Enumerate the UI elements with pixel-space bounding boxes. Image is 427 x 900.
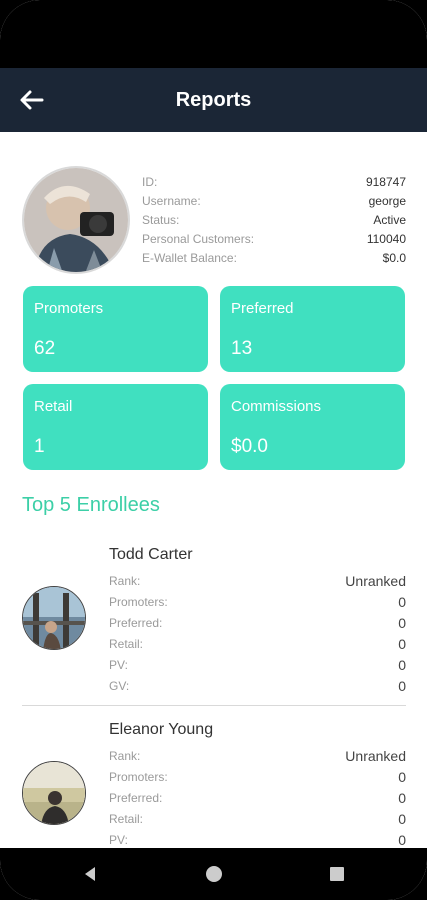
stat-label: Promoters: xyxy=(109,595,168,609)
stat-label: Preferred: xyxy=(109,616,163,630)
phone-screen: Reports ID: 918747 Username: george Stat… xyxy=(0,0,427,900)
profile-wallet-value: $0.0 xyxy=(382,251,406,265)
profile-status-label: Status: xyxy=(142,213,180,227)
enrollee-retail-row: Retail: 0 xyxy=(109,811,406,833)
profile-id-row: ID: 918747 xyxy=(142,175,406,194)
preferred-card-value: 13 xyxy=(231,338,253,359)
enrollee-pv-row: PV: 0 xyxy=(109,657,406,679)
stat-value: 0 xyxy=(398,636,406,652)
profile-summary: ID: 918747 Username: george Status: Acti… xyxy=(22,166,406,276)
profile-customers-label: Personal Customers: xyxy=(142,232,255,246)
enrollee-preferred-row: Preferred: 0 xyxy=(109,615,406,637)
profile-status-row: Status: Active xyxy=(142,213,406,232)
status-bar xyxy=(0,0,427,68)
stat-label: GV: xyxy=(109,679,130,693)
circle-home-icon[interactable] xyxy=(204,864,224,884)
list-item[interactable]: Todd Carter Rank: Unranked Promoters: 0 … xyxy=(22,546,406,696)
stat-label: PV: xyxy=(109,833,128,847)
triangle-back-icon[interactable] xyxy=(80,864,100,884)
preferred-card[interactable]: Preferred 13 xyxy=(220,286,405,372)
enrollee-promoters-row: Promoters: 0 xyxy=(109,594,406,616)
enrollee-gv-row: GV: 0 xyxy=(109,678,406,700)
profile-username-value: george xyxy=(368,194,406,208)
stat-value: 0 xyxy=(398,790,406,806)
promoters-card-label: Promoters xyxy=(34,300,104,317)
enrollee-retail-row: Retail: 0 xyxy=(109,636,406,658)
app-bar: Reports xyxy=(0,68,427,132)
profile-avatar xyxy=(22,166,130,274)
commissions-card[interactable]: Commissions $0.0 xyxy=(220,384,405,470)
enrollee-preferred-row: Preferred: 0 xyxy=(109,790,406,812)
preferred-card-label: Preferred xyxy=(231,300,294,317)
reports-content[interactable]: ID: 918747 Username: george Status: Acti… xyxy=(0,132,427,848)
profile-wallet-label: E-Wallet Balance: xyxy=(142,251,237,265)
promoters-card-value: 62 xyxy=(34,338,56,359)
profile-username-row: Username: george xyxy=(142,194,406,213)
stat-value: Unranked xyxy=(345,573,406,589)
list-item[interactable]: Eleanor Young Rank: Unranked Promoters: … xyxy=(22,721,406,848)
profile-id-label: ID: xyxy=(142,175,158,189)
profile-status-value: Active xyxy=(373,213,406,227)
stat-label: Promoters: xyxy=(109,770,168,784)
square-recents-icon[interactable] xyxy=(327,864,347,884)
stat-label: Rank: xyxy=(109,749,141,763)
enrollee-pv-row: PV: 0 xyxy=(109,832,406,848)
stat-value: 0 xyxy=(398,769,406,785)
enrollees-section-title: Top 5 Enrollees xyxy=(22,494,160,516)
stat-value: 0 xyxy=(398,832,406,848)
promoters-card[interactable]: Promoters 62 xyxy=(23,286,208,372)
retail-card-value: 1 xyxy=(34,436,45,457)
enrollee-promoters-row: Promoters: 0 xyxy=(109,769,406,791)
stat-value: 0 xyxy=(398,657,406,673)
stat-value: 0 xyxy=(398,678,406,694)
arrow-left-icon[interactable] xyxy=(18,86,46,114)
stat-value: 0 xyxy=(398,594,406,610)
system-nav-bar xyxy=(0,848,427,900)
stat-value: 0 xyxy=(398,615,406,631)
profile-wallet-row: E-Wallet Balance: $0.0 xyxy=(142,251,406,270)
profile-customers-value: 110040 xyxy=(366,232,406,246)
retail-card-label: Retail xyxy=(34,398,73,415)
retail-card[interactable]: Retail 1 xyxy=(23,384,208,470)
enrollee-name: Todd Carter xyxy=(109,546,193,563)
enrollee-rank-row: Rank: Unranked xyxy=(109,573,406,595)
profile-customers-row: Personal Customers: 110040 xyxy=(142,232,406,251)
enrollee-rank-row: Rank: Unranked xyxy=(109,748,406,770)
profile-username-label: Username: xyxy=(142,194,201,208)
profile-id-value: 918747 xyxy=(365,175,406,189)
stat-label: PV: xyxy=(109,658,128,672)
stat-label: Retail: xyxy=(109,637,144,651)
stat-value: Unranked xyxy=(345,748,406,764)
commissions-card-label: Commissions xyxy=(231,398,322,415)
stat-value: 0 xyxy=(398,811,406,827)
commissions-card-value: $0.0 xyxy=(231,436,268,457)
enrollee-name: Eleanor Young xyxy=(109,721,214,738)
stat-label: Rank: xyxy=(109,574,141,588)
list-divider xyxy=(22,705,406,706)
page-title: Reports xyxy=(175,89,252,111)
enrollee-avatar xyxy=(22,761,86,825)
enrollee-avatar xyxy=(22,586,86,650)
stat-label: Preferred: xyxy=(109,791,163,805)
stat-label: Retail: xyxy=(109,812,144,826)
